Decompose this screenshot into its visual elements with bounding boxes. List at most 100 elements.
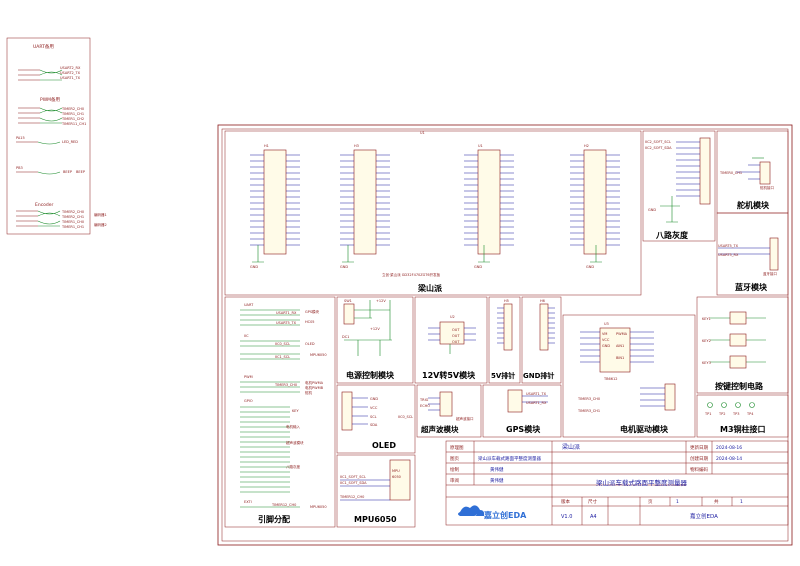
beep-label: BEEP xyxy=(76,170,85,174)
svg-text:超声波接口: 超声波接口 xyxy=(456,416,474,421)
tb-r1-label: 原理图 xyxy=(450,445,464,451)
pin-exti: EXTI xyxy=(244,500,252,504)
svg-text:TIMER1_CH0: TIMER1_CH0 xyxy=(61,220,84,224)
svg-text:TIMER2_CH0: TIMER2_CH0 xyxy=(61,210,84,214)
pin-pwm: PWM xyxy=(244,375,253,379)
svg-text:USART2_TX: USART2_TX xyxy=(60,71,81,75)
v5pin-block: H5 5V排针 xyxy=(488,296,521,384)
svg-text:IIC2_SOFT_SDA: IIC2_SOFT_SDA xyxy=(645,146,672,150)
ultrasonic-title: 超声波模块 xyxy=(420,424,459,434)
svg-text:PB3: PB3 xyxy=(16,166,23,170)
pin-ultra: 超声波模块 xyxy=(286,440,304,445)
svg-text:+12V: +12V xyxy=(376,299,386,303)
tb-total-value: 1 xyxy=(740,499,743,505)
tb-material-label: 物料编码 xyxy=(690,466,708,473)
svg-text:USART1_TX: USART1_TX xyxy=(60,76,81,80)
led-label: LED_RED xyxy=(62,140,78,144)
v12to5-title: 12V转5V模块 xyxy=(422,370,476,380)
keys-title: 按键控制电路 xyxy=(715,381,764,391)
svg-text:GND: GND xyxy=(586,265,594,269)
svg-text:舵机接口: 舵机接口 xyxy=(760,185,774,190)
tb-r2-value: 梁山派车载式路面平整度测量器 xyxy=(478,455,541,462)
v5pin-title: 5V排针 xyxy=(491,371,515,380)
oled-title: OLED xyxy=(372,441,396,450)
bajing-block: IIC2_SOFT_SCL IIC2_SOFT_SDA GND 八路灰度 xyxy=(642,130,716,242)
svg-text:IIC1_SOFT_SCL: IIC1_SOFT_SCL xyxy=(340,475,366,479)
tb-r4-label: 审阅 xyxy=(450,477,459,484)
pin-servo: 舵机 xyxy=(305,390,313,395)
svg-text:IIC1_SCL: IIC1_SCL xyxy=(275,355,290,359)
servo-block: TIMER0_CH1 舵机接口 舵机模块 xyxy=(716,130,789,214)
liangshan-block: H1 GND H3 GND U1 GND H2 GND U1 立创·梁山派 GD… xyxy=(224,130,642,296)
svg-text:TIMER12_CH0: TIMER12_CH0 xyxy=(339,495,364,499)
svg-text:GND: GND xyxy=(648,208,656,212)
encoder1-label: 编码器1 xyxy=(94,212,107,217)
svg-text:MPU: MPU xyxy=(392,469,400,473)
svg-text:GND: GND xyxy=(602,344,610,348)
bajing-title: 八路灰度 xyxy=(655,230,689,240)
tb-r1-value: 梁山派 xyxy=(562,443,580,451)
power-block: SW1 +12V +12V DC1 电源控制模块 xyxy=(336,296,414,384)
header-h3: H3 GND xyxy=(340,144,390,269)
uart-spare-nets: USART2_RX USART2_TX USART1_TX xyxy=(18,66,81,81)
svg-text:U3: U3 xyxy=(604,322,609,326)
jlc-logo-icon: ✓ xyxy=(458,505,485,518)
beep-net: PB3 BEEP BEEP xyxy=(16,166,85,175)
svg-text:TIMER1_CH1: TIMER1_CH1 xyxy=(61,225,84,229)
svg-text:TP1: TP1 xyxy=(704,412,711,416)
m3-title: M3铜柱接口 xyxy=(720,424,766,434)
pin-key: KEY xyxy=(292,409,300,413)
pin-gpio: GPIO xyxy=(244,399,253,403)
oled-block: GND VCC SCL SDA IIC0_SCL OLED xyxy=(336,384,416,454)
svg-text:IIC2_SOFT_SCL: IIC2_SOFT_SCL xyxy=(645,140,671,144)
mpu-block: IIC1_SOFT_SCL IIC1_SOFT_SDA TIMER12_CH0 … xyxy=(336,454,416,528)
gps-block: USART1_TX USART1_RX GPS模块 xyxy=(482,384,562,438)
bluetooth-block: USART5_TX USART5_RX 蓝牙接口 蓝牙模块 xyxy=(716,212,789,296)
tb-size-label: 尺寸 xyxy=(588,498,597,505)
svg-text:BEEP: BEEP xyxy=(63,170,72,174)
svg-text:AIN1: AIN1 xyxy=(616,344,624,348)
pinmap-block: UART USART1_RX USART5_TX GPS模块 HC05 IIC … xyxy=(224,296,336,528)
pin-uart: UART xyxy=(244,303,254,307)
pin-iic: IIC xyxy=(244,334,249,338)
svg-text:BIN1: BIN1 xyxy=(616,356,624,360)
svg-text:USART5_TX: USART5_TX xyxy=(718,244,739,248)
svg-text:蓝牙接口: 蓝牙接口 xyxy=(763,271,777,276)
tb-page-value: 1 xyxy=(676,499,679,505)
gndpin-title: GND排针 xyxy=(523,371,554,380)
svg-text:H3: H3 xyxy=(354,144,359,148)
encoder-title: Encoder xyxy=(35,202,54,208)
tb-version-label: 版本 xyxy=(561,498,570,505)
m3-block: TP1 TP2 TP3 TP4 M3铜柱接口 xyxy=(696,394,789,438)
header-h4: U1 GND xyxy=(464,144,514,269)
svg-text:6050: 6050 xyxy=(392,475,401,479)
pinmap-title: 引脚分配 xyxy=(258,514,290,524)
tb-version-value: V1.0 xyxy=(561,514,572,520)
gndpin-block: H6 GND排针 xyxy=(521,296,562,384)
keys-block: KEY1 KEY2 KEY3 按键控制电路 xyxy=(696,296,789,394)
svg-text:H2: H2 xyxy=(584,144,589,148)
svg-text:TIMER3_CH0: TIMER3_CH0 xyxy=(577,397,600,401)
tb-r2-label: 图页 xyxy=(450,456,459,462)
svg-text:GND: GND xyxy=(474,265,482,269)
tb-main-title: 梁山派车载式路面平整度测量器 xyxy=(596,478,688,487)
pin-exti-mpu: MPU6050 xyxy=(310,505,327,509)
svg-text:OUT: OUT xyxy=(452,340,460,344)
svg-text:VCC: VCC xyxy=(370,406,378,410)
tb-size-value: A4 xyxy=(590,514,597,520)
svg-text:IIC0_SCL: IIC0_SCL xyxy=(398,415,413,419)
pin-oled: OLED xyxy=(305,342,315,346)
pin-motor-pwmb: 电机PWMB xyxy=(305,385,324,390)
bluetooth-title: 蓝牙模块 xyxy=(735,282,768,292)
svg-text:+12V: +12V xyxy=(370,327,380,331)
svg-text:IIC1_SOFT_SDA: IIC1_SOFT_SDA xyxy=(340,481,367,485)
header-h2: H2 GND xyxy=(570,144,620,269)
uart-spare-title: UART备用 xyxy=(33,43,54,50)
svg-text:USART1_RX: USART1_RX xyxy=(276,311,297,315)
svg-text:OUT: OUT xyxy=(452,334,460,338)
svg-text:KEY1: KEY1 xyxy=(702,317,711,321)
motor-title: 电机驱动模块 xyxy=(620,424,669,434)
motor-block: U3 VM VCC GND PWMA AIN1 BIN1 TB6612 TIME… xyxy=(562,314,696,438)
svg-text:DC1: DC1 xyxy=(342,335,349,339)
svg-text:KEY2: KEY2 xyxy=(702,339,711,343)
